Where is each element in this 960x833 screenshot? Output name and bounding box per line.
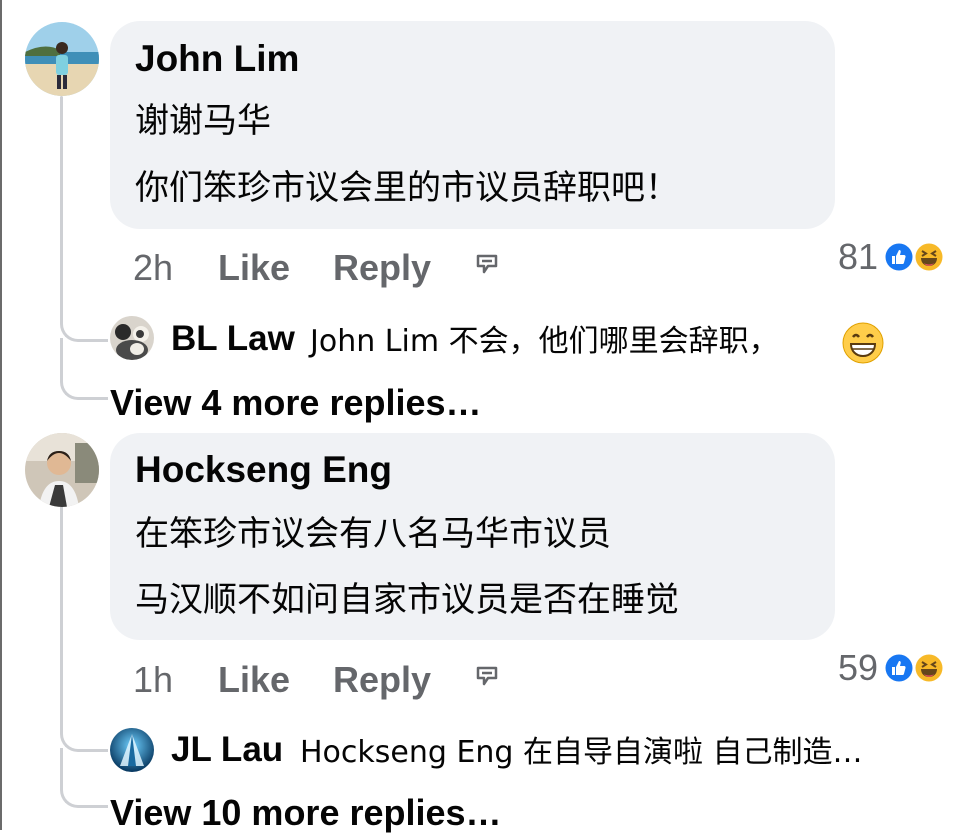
avatar[interactable] — [25, 433, 99, 507]
reply-author[interactable]: BL Law — [171, 319, 295, 359]
thread-curve — [60, 748, 108, 808]
reply-text[interactable]: John Lim 不会，他们哪里会辞职， — [310, 322, 779, 362]
reply-avatar[interactable] — [110, 316, 154, 360]
thread-curve — [60, 712, 108, 752]
comment-timestamp[interactable]: 2h — [133, 248, 173, 288]
reply-text[interactable]: Hockseng Eng 在自导自演啦 自己制造… — [300, 733, 863, 773]
thread-line — [60, 96, 63, 312]
thread-curve — [60, 338, 108, 400]
translate-icon[interactable] — [474, 252, 500, 286]
thread-line — [60, 506, 63, 724]
comment-author[interactable]: John Lim — [135, 39, 299, 79]
haha-icon — [914, 242, 944, 272]
thread-curve — [60, 300, 108, 342]
reply-author[interactable]: JL Lau — [171, 730, 283, 770]
grin-emoji — [842, 322, 884, 368]
view-more-replies-button[interactable]: View 4 more replies… — [110, 383, 482, 423]
reply-avatar[interactable] — [110, 728, 154, 772]
reply-button[interactable]: Reply — [333, 248, 431, 288]
like-button[interactable]: Like — [218, 248, 290, 288]
comment-text-line: 你们笨珍市议会里的市议员辞职吧！ — [135, 168, 679, 208]
view-more-replies-button[interactable]: View 10 more replies… — [110, 793, 502, 833]
avatar[interactable] — [25, 22, 99, 96]
reaction-count[interactable]: 59 — [832, 648, 878, 688]
comment-text-line: 谢谢马华 — [135, 101, 271, 141]
like-icon — [884, 653, 914, 683]
like-icon — [884, 242, 914, 272]
comment-author[interactable]: Hockseng Eng — [135, 450, 392, 490]
reply-button[interactable]: Reply — [333, 660, 431, 700]
like-button[interactable]: Like — [218, 660, 290, 700]
haha-icon — [914, 653, 944, 683]
reaction-count[interactable]: 81 — [832, 237, 878, 277]
comment-text-line: 在笨珍市议会有八名马华市议员 — [135, 514, 611, 554]
left-border — [0, 0, 2, 830]
comment-text-line: 马汉顺不如问自家市议员是否在睡觉 — [135, 580, 679, 620]
translate-icon[interactable] — [474, 664, 500, 698]
comment-timestamp[interactable]: 1h — [133, 660, 173, 700]
